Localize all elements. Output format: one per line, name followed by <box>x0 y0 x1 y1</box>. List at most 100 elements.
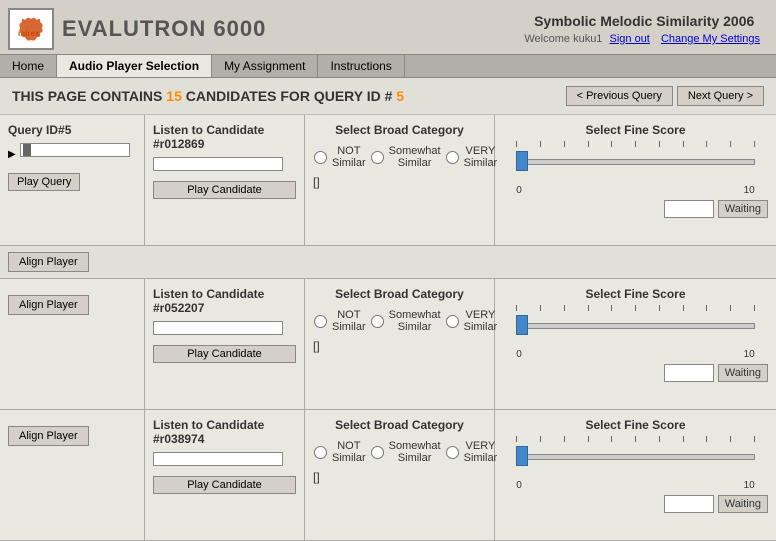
align-row-query: Align Player <box>0 246 776 279</box>
fine-title-2: Select Fine Score <box>503 418 768 432</box>
tick-marks-2 <box>516 436 755 444</box>
next-query-button[interactable]: Next Query > <box>677 86 764 106</box>
settings-link[interactable]: Change My Settings <box>661 33 760 45</box>
query-id-highlight: 5 <box>396 88 404 104</box>
fine-score-cell-1: Select Fine Score 0 10 Waiting <box>495 279 776 409</box>
somewhat-label-2: Somewhat Similar <box>389 440 441 464</box>
align-player-button-1[interactable]: Align Player <box>8 295 89 315</box>
app-title: EVALUTRON 6000 <box>62 16 266 42</box>
query-slider[interactable] <box>20 143 130 157</box>
fine-slider-2[interactable] <box>503 444 768 474</box>
radio-somewhat-2[interactable] <box>371 446 384 459</box>
svg-text:mirex: mirex <box>18 29 40 38</box>
bracket-1: [] <box>313 339 486 353</box>
nav-item-instructions[interactable]: Instructions <box>318 55 404 77</box>
not-similar-label-0: NOT Similar <box>332 145 366 169</box>
nav-item-home[interactable]: Home <box>0 55 57 77</box>
fine-title-0: Select Fine Score <box>503 123 768 137</box>
fine-slider-track-2 <box>516 454 755 460</box>
welcome-text: Welcome kuku1 <box>524 33 602 45</box>
candidate-listen-label-2: Listen to Candidate #r038974 <box>153 418 296 446</box>
radio-somewhat-0[interactable] <box>371 151 384 164</box>
fine-title-1: Select Fine Score <box>503 287 768 301</box>
candidate-slider-0[interactable] <box>153 157 283 171</box>
align-player-button-2[interactable]: Align Player <box>8 426 89 446</box>
radio-not-similar-1[interactable] <box>314 315 327 328</box>
page-title-bar: THIS PAGE CONTAINS 15 CANDIDATES FOR QUE… <box>0 78 776 115</box>
scale-min-1: 0 <box>516 349 522 360</box>
logo-area: mirex EVALUTRON 6000 <box>8 8 266 50</box>
somewhat-label-0: Somewhat Similar <box>389 145 441 169</box>
query-nav-buttons: < Previous Query Next Query > <box>566 86 764 106</box>
fine-score-input-0[interactable] <box>664 200 714 218</box>
page-title: THIS PAGE CONTAINS 15 CANDIDATES FOR QUE… <box>12 88 404 104</box>
radio-not-similar-0[interactable] <box>314 151 327 164</box>
fine-score-input-2[interactable] <box>664 495 714 513</box>
radio-not-similar-2[interactable] <box>314 446 327 459</box>
candidate-slider-1[interactable] <box>153 321 283 335</box>
play-candidate-button-0[interactable]: Play Candidate <box>153 181 296 199</box>
sign-out-link[interactable]: Sign out <box>610 33 650 45</box>
play-icon: ▶ <box>8 149 16 160</box>
candidate-count: 15 <box>166 88 182 104</box>
very-similar-label-1: VERY Similar <box>464 309 498 333</box>
fine-slider-track-0 <box>516 159 755 165</box>
radio-very-0[interactable] <box>446 151 459 164</box>
waiting-badge-1: Waiting <box>718 364 768 382</box>
fine-scale-2: 0 10 <box>516 480 755 491</box>
fine-input-row-0: Waiting <box>503 200 768 218</box>
fine-score-cell-0: Select Fine Score 0 10 Waiting <box>495 115 776 245</box>
align-cell-2: Align Player <box>0 410 145 540</box>
radio-row-0: NOT Similar Somewhat Similar VERY Simila… <box>313 145 486 169</box>
radio-row-1: NOT Similar Somewhat Similar VERY Simila… <box>313 309 486 333</box>
nav-item-audio-player[interactable]: Audio Player Selection <box>57 55 212 77</box>
fine-score-cell-2: Select Fine Score 0 10 Waiting <box>495 410 776 540</box>
radio-very-2[interactable] <box>446 446 459 459</box>
scale-max-0: 10 <box>744 185 755 196</box>
fine-slider-0[interactable] <box>503 149 768 179</box>
waiting-badge-2: Waiting <box>718 495 768 513</box>
fine-slider-thumb-0[interactable] <box>516 151 528 171</box>
play-query-button[interactable]: Play Query <box>8 173 80 191</box>
query-id-cell: Query ID#5 ▶ Play Query <box>0 115 145 245</box>
prev-query-button[interactable]: < Previous Query <box>566 86 673 106</box>
fine-slider-thumb-1[interactable] <box>516 315 528 335</box>
main-content: Query ID#5 ▶ Play Query Listen to Candid… <box>0 115 776 541</box>
nav-item-assignment[interactable]: My Assignment <box>212 55 318 77</box>
fine-slider-thumb-2[interactable] <box>516 446 528 466</box>
broad-category-cell-1: Select Broad Category NOT Similar Somewh… <box>305 279 495 409</box>
fine-input-row-2: Waiting <box>503 495 768 513</box>
fine-slider-1[interactable] <box>503 313 768 343</box>
candidate-listen-cell-2: Listen to Candidate #r038974 Play Candid… <box>145 410 305 540</box>
query-id-label: Query ID#5 <box>8 123 71 137</box>
very-similar-label-2: VERY Similar <box>464 440 498 464</box>
tick-marks-0 <box>516 141 755 149</box>
radio-very-1[interactable] <box>446 315 459 328</box>
candidate-row-2: Align Player Listen to Candidate #r03897… <box>0 410 776 541</box>
fine-slider-track-1 <box>516 323 755 329</box>
fine-score-input-1[interactable] <box>664 364 714 382</box>
title-mid: CANDIDATES FOR QUERY ID # <box>186 88 393 104</box>
scale-max-1: 10 <box>744 349 755 360</box>
radio-somewhat-1[interactable] <box>371 315 384 328</box>
app-subtitle: Symbolic Melodic Similarity 2006 <box>524 13 764 29</box>
scale-min-2: 0 <box>516 480 522 491</box>
title-prefix: THIS PAGE CONTAINS <box>12 88 162 104</box>
play-candidate-button-2[interactable]: Play Candidate <box>153 476 296 494</box>
align-player-button-query[interactable]: Align Player <box>8 252 89 272</box>
candidate-slider-2[interactable] <box>153 452 283 466</box>
waiting-badge-0: Waiting <box>718 200 768 218</box>
fine-input-row-1: Waiting <box>503 364 768 382</box>
navbar: Home Audio Player Selection My Assignmen… <box>0 54 776 78</box>
bracket-0: [] <box>313 175 486 189</box>
somewhat-label-1: Somewhat Similar <box>389 309 441 333</box>
very-similar-label-0: VERY Similar <box>464 145 498 169</box>
broad-category-cell-0: Select Broad Category NOT Similar Somewh… <box>305 115 495 245</box>
play-candidate-button-1[interactable]: Play Candidate <box>153 345 296 363</box>
fine-scale-0: 0 10 <box>516 185 755 196</box>
first-candidate-listen: Listen to Candidate #r012869 Play Candid… <box>145 115 305 245</box>
align-cell-1: Align Player <box>0 279 145 409</box>
candidate-listen-label-0: Listen to Candidate #r012869 <box>153 123 296 151</box>
logo-box: mirex <box>8 8 54 50</box>
header-links: Welcome kuku1 Sign out Change My Setting… <box>524 33 764 45</box>
